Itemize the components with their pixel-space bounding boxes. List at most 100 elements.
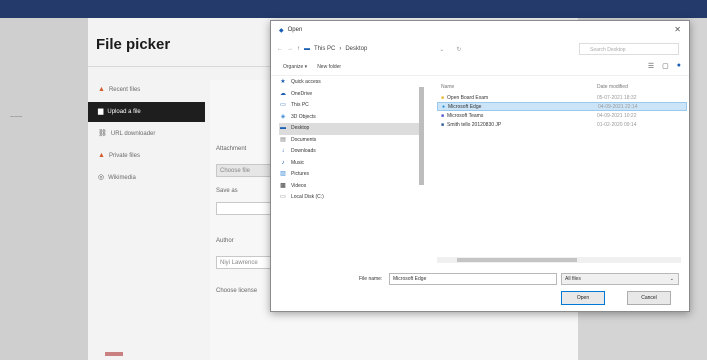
pictures-icon: ▨ (280, 171, 286, 177)
up-icon[interactable]: ↑ (297, 46, 300, 52)
preview-pane-icon[interactable]: ▢ (662, 62, 669, 70)
column-date[interactable]: Date modified (597, 84, 628, 90)
nav-item-label: URL downloader (110, 131, 156, 137)
author-input[interactable]: Niyi Lawrence (216, 256, 276, 269)
file-name-input[interactable]: Microsoft Edge (389, 273, 557, 285)
tree-item-downloads[interactable]: ↓ Downloads (279, 146, 419, 158)
close-icon[interactable]: ✕ (674, 25, 681, 34)
new-folder-button[interactable]: New folder (317, 64, 341, 70)
nav-item-url-downloader[interactable]: ⛓ URL downloader (88, 124, 208, 144)
breadcrumb-desktop[interactable]: Desktop (345, 46, 367, 52)
column-name[interactable]: Name (437, 84, 597, 90)
tree-item-label: Documents (291, 136, 317, 143)
view-options-icon[interactable]: ☰ (648, 62, 654, 70)
tree-item-quick-access[interactable]: ★ Quick access (279, 77, 419, 89)
file-row[interactable]: ■ Open Board Exam 05-07-2021 18:32 (437, 93, 687, 102)
nav-item-private-files[interactable]: ▲ Private files (88, 146, 208, 166)
tree-item-pictures[interactable]: ▨ Pictures (279, 169, 419, 181)
organize-button[interactable]: Organize ▾ (283, 64, 307, 70)
left-gutter: ~~~ (0, 18, 88, 360)
left-gutter-text: ~~~ (10, 114, 23, 121)
nav-item-upload-file[interactable]: ▆ Upload a file (88, 102, 205, 122)
tree-item-3d-objects[interactable]: ◈ 3D Objects (279, 112, 419, 124)
download-icon: ↓ (281, 148, 285, 154)
tree-item-local-disk[interactable]: ▭ Local Disk (C:) (279, 192, 419, 204)
music-icon: ♪ (281, 159, 285, 166)
attachment-label: Attachment (216, 146, 247, 152)
help-icon[interactable]: ● (677, 62, 681, 70)
file-date: 04-09-2021 10:22 (597, 112, 637, 119)
tree-scrollbar[interactable] (419, 87, 424, 185)
nav-item-wikimedia[interactable]: ◎ Wikimedia (88, 168, 208, 188)
file-date: 01-02-2020 09:14 (597, 121, 637, 128)
nav-item-recent-files[interactable]: ▲ Recent files (88, 80, 208, 100)
license-label: Choose license (216, 288, 258, 294)
save-as-label: Save as (216, 188, 238, 194)
tree-item-label: Local Disk (C:) (291, 194, 324, 200)
forward-icon[interactable]: → (287, 46, 293, 52)
back-icon[interactable]: ← (277, 46, 283, 52)
desktop-folder-icon: ▬ (304, 46, 310, 52)
chevron-down-icon[interactable]: ⌄ (439, 46, 444, 53)
file-row[interactable]: ■ Smith tello 20120830 JP 01-02-2020 09:1… (437, 120, 687, 129)
file-list: Name Date modified ■ Open Board Exam 05-0… (437, 81, 687, 129)
tree-item-onedrive[interactable]: ☁ OneDrive (279, 89, 419, 101)
top-bar (0, 0, 707, 18)
breadcrumb-separator: › (339, 46, 342, 52)
nav-item-label: Wikimedia (108, 175, 136, 181)
breadcrumb-this-pc[interactable]: This PC (314, 46, 335, 52)
link-icon: ⛓ (98, 130, 107, 137)
nav-item-label: Private files (108, 153, 140, 159)
videos-icon: ▩ (280, 182, 286, 189)
tree-item-desktop[interactable]: ▬ Desktop (279, 123, 419, 135)
tree-item-label: Videos (291, 182, 307, 189)
file-date: 04-09-2021 22:14 (598, 103, 638, 110)
bottom-accent (105, 352, 123, 356)
file-name: Smith tello 20120830 JP (447, 121, 502, 128)
file-row[interactable]: ● Microsoft Edge 04-09-2021 22:14 (437, 102, 687, 111)
file-date: 05-07-2021 18:32 (597, 94, 637, 101)
tree-item-label: Quick access (291, 79, 321, 85)
documents-icon: ▤ (280, 136, 286, 143)
edge-icon: ● (442, 103, 446, 110)
pc-icon: ▭ (280, 102, 286, 108)
tree-item-label: Music (291, 159, 305, 166)
globe-icon: ◎ (98, 174, 105, 181)
save-as-input[interactable] (216, 202, 276, 215)
refresh-icon[interactable]: ↻ (456, 46, 461, 53)
tree-item-music[interactable]: ♪ Music (279, 158, 419, 170)
file-list-header: Name Date modified (437, 81, 687, 93)
tree-item-label: This PC (291, 102, 309, 108)
scrollbar-thumb[interactable] (457, 258, 577, 262)
nav-item-label: Recent files (108, 87, 141, 93)
fox-icon: ▲ (98, 86, 105, 93)
dialog-app-icon: ◆ (279, 27, 284, 34)
file-icon: ■ (441, 121, 445, 128)
file-name: Microsoft Teams (447, 112, 484, 119)
dialog-title: Open (287, 27, 303, 33)
address-bar: ← → ↑ ▬ This PC › Desktop ⌄ ↻ Search Des… (271, 39, 689, 59)
file-type-select[interactable]: All files ⌄ (561, 273, 679, 285)
dialog-toolbar: Organize ▾ New folder ☰ ▢ ● (271, 59, 689, 76)
file-name: Microsoft Edge (448, 103, 482, 110)
chevron-down-icon: ⌄ (669, 276, 674, 282)
choose-file-button[interactable]: Choose file (216, 164, 276, 177)
file-type-value: All files (565, 276, 581, 282)
open-button[interactable]: Open (561, 291, 605, 305)
file-row[interactable]: ■ Microsoft Teams 04-09-2021 10:22 (437, 111, 687, 120)
tree-item-documents[interactable]: ▤ Documents (279, 135, 419, 147)
navigation-tree: ★ Quick access ☁ OneDrive ▭ This PC ◈ 3D Obj… (279, 77, 419, 277)
tree-item-videos[interactable]: ▩ Videos (279, 181, 419, 193)
tree-item-this-pc[interactable]: ▭ This PC (279, 100, 419, 112)
tree-item-label: OneDrive (291, 90, 313, 97)
cancel-button[interactable]: Cancel (627, 291, 671, 305)
tree-item-label: Downloads (291, 148, 316, 154)
folder-icon: ■ (441, 94, 445, 101)
star-icon: ★ (280, 79, 286, 85)
search-input[interactable]: Search Desktop (579, 43, 679, 55)
open-dialog: ◆ Open ✕ ← → ↑ ▬ This PC › Desktop ⌄ ↻ S… (270, 20, 690, 312)
page-title: File picker (96, 36, 171, 53)
horizontal-scrollbar[interactable] (437, 257, 681, 263)
disk-icon: ▭ (280, 194, 286, 200)
tree-item-label: Desktop (291, 125, 310, 131)
